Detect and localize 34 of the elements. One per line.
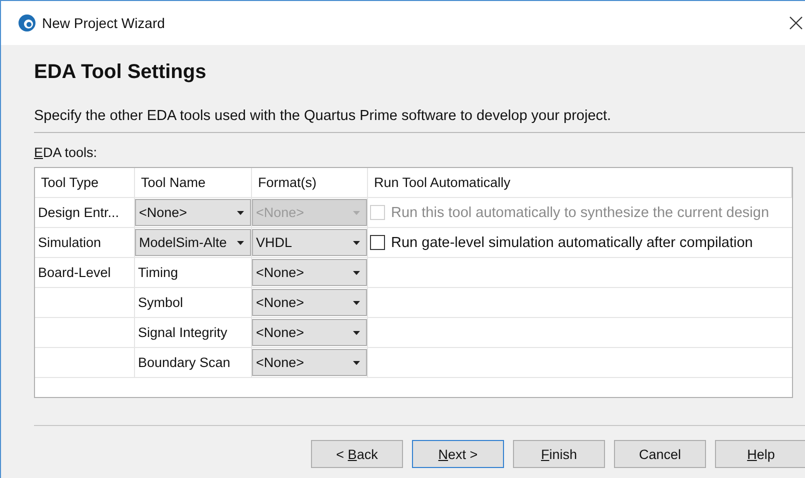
- dropdown-arrow-icon: [353, 240, 360, 244]
- dialog-button[interactable]: Next >: [412, 440, 504, 468]
- dialog-button[interactable]: Help: [715, 440, 805, 468]
- format-dropdown[interactable]: <None>: [252, 289, 367, 316]
- dropdown-arrow-icon: [237, 210, 244, 214]
- tool-name-dropdown[interactable]: <None>: [135, 199, 251, 226]
- dropdown-arrow-icon: [353, 360, 360, 364]
- close-icon[interactable]: [789, 16, 805, 30]
- app-logo-icon: [18, 14, 36, 32]
- table-cell: Board-Level: [35, 258, 135, 287]
- format-dropdown[interactable]: <None>: [252, 319, 367, 346]
- dropdown-arrow-icon: [353, 270, 360, 274]
- format-dropdown[interactable]: <None>: [252, 349, 367, 376]
- checkbox[interactable]: [370, 235, 385, 250]
- group-label: EDA tools:: [34, 145, 98, 162]
- dropdown-arrow-icon: [353, 210, 360, 214]
- page-heading: EDA Tool Settings: [34, 61, 208, 85]
- column-header: Run Tool Automatically: [368, 168, 792, 197]
- format-dropdown[interactable]: <None>: [252, 259, 367, 286]
- dropdown-arrow-icon: [353, 300, 360, 304]
- checkbox-label: Run gate-level simulation automatically after compilation: [391, 234, 753, 250]
- format-dropdown[interactable]: VHDL: [252, 229, 367, 256]
- dropdown-arrow-icon: [237, 240, 244, 244]
- dialog-button[interactable]: Finish: [513, 440, 605, 468]
- dialog-button[interactable]: < Back: [311, 440, 403, 468]
- column-header: Tool Type: [35, 168, 135, 197]
- tool-name-dropdown[interactable]: ModelSim-Alte: [135, 229, 251, 256]
- dropdown-arrow-icon: [353, 330, 360, 334]
- dialog-button[interactable]: Cancel: [614, 440, 706, 468]
- description-text: Specify the other EDA tools used with the Quartus Prime software to develop your project.: [34, 108, 612, 124]
- column-header: Tool Name: [135, 168, 252, 197]
- column-header: Format(s): [252, 168, 368, 197]
- window-title: New Project Wizard: [42, 15, 165, 31]
- checkbox-label: Run this tool automatically to synthesize the current design: [391, 204, 770, 220]
